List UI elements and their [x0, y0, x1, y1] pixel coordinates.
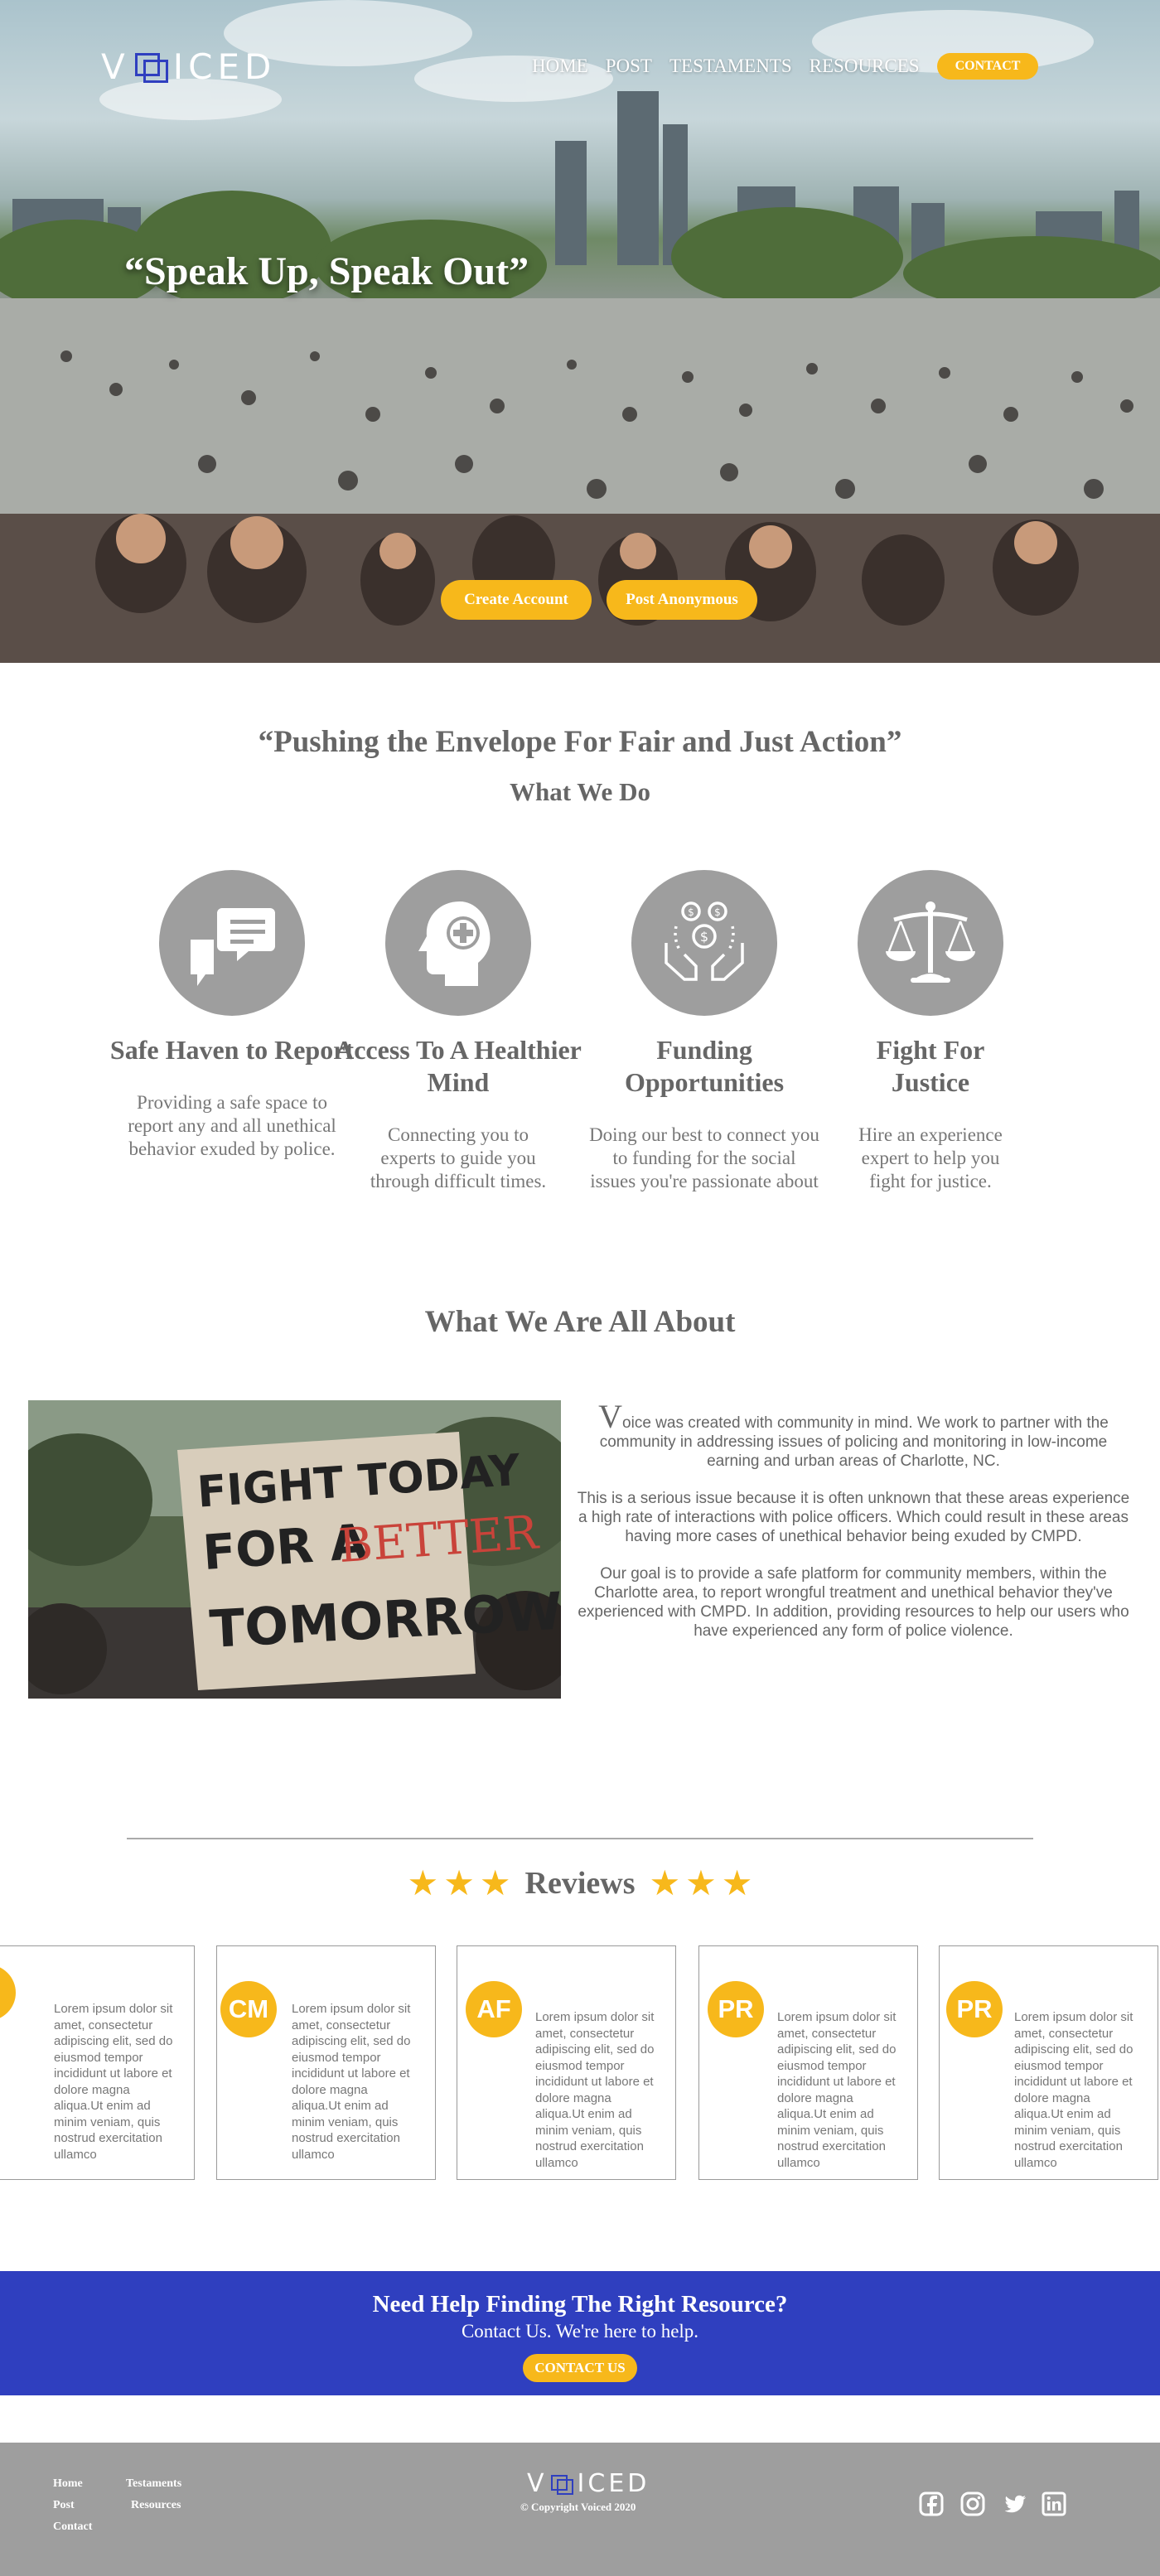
about-heading: What We Are All About	[424, 1305, 736, 1339]
footer-link-resources[interactable]: Resources	[131, 2499, 181, 2512]
footer: Home Testaments Post Resources Contact V…	[0, 2443, 1160, 2576]
avatar: PR	[946, 1981, 1003, 2037]
page: V ICED HOME POST TESTAMENTS RESOURCES CO…	[0, 0, 1160, 2576]
post-anonymous-button[interactable]: Post Anonymous	[607, 580, 757, 620]
feature-desc: Hire an experience expert to help you fi…	[858, 1124, 1003, 1191]
what-we-do-heading: What We Do	[510, 777, 650, 806]
dropcap: V	[598, 1398, 623, 1435]
review-text: Lorem ipsum dolor sit amet, consectetur …	[54, 2002, 173, 2162]
avatar: M	[0, 1965, 16, 2021]
avatar: PR	[708, 1981, 764, 2037]
feature-safe-haven: Safe Haven to Report Providing a safe sp…	[108, 870, 356, 1161]
review-text: Lorem ipsum dolor sit amet, consectetur …	[777, 2010, 897, 2170]
copyright-text: Copyright Voiced 2020	[530, 2501, 636, 2513]
head-plus-icon	[385, 870, 531, 1016]
about-paragraph-3: Our goal is to provide a safe platform f…	[578, 1565, 1129, 1640]
review-card[interactable]: PR Lorem ipsum dolor sit amet, consectet…	[698, 1945, 918, 2180]
footer-link-testaments[interactable]: Testaments	[126, 2477, 181, 2491]
about-paragraph-1: Voice was created with community in mind…	[598, 1398, 1109, 1471]
star-icon: ★	[443, 1863, 475, 1902]
reviews-title: Reviews	[524, 1865, 636, 1901]
copyright: © Copyright Voiced 2020	[520, 2501, 636, 2514]
footer-link-home[interactable]: Home	[53, 2477, 83, 2491]
nav-home[interactable]: HOME	[532, 56, 588, 77]
review-text: Lorem ipsum dolor sit amet, consectetur …	[292, 2002, 411, 2162]
twitter-icon[interactable]	[1001, 2491, 1027, 2517]
hero: V ICED HOME POST TESTAMENTS RESOURCES CO…	[0, 0, 1160, 663]
feature-desc: Connecting you to experts to guide you t…	[370, 1124, 547, 1191]
instagram-icon[interactable]	[959, 2491, 986, 2517]
star-icon: ★	[685, 1863, 717, 1902]
nav-contact-button[interactable]: CONTACT	[936, 53, 1039, 80]
nav-post[interactable]: POST	[606, 56, 652, 77]
linkedin-icon[interactable]	[1041, 2491, 1067, 2517]
feature-justice: Fight For Justice Hire an experience exp…	[806, 870, 1055, 1193]
logo-text-v: V	[101, 46, 130, 87]
hero-title: “Speak Up, Speak Out”	[124, 249, 529, 293]
contact-us-button[interactable]: CONTACT US	[523, 2354, 637, 2382]
logo-text-iced: ICED	[577, 2469, 650, 2498]
logo-text-v: V	[527, 2469, 548, 2498]
logo-text-iced: ICED	[172, 46, 277, 87]
about-paragraph-2: This is a serious issue because it is of…	[577, 1490, 1130, 1545]
feature-desc: Doing our best to connect you to funding…	[589, 1124, 819, 1191]
logo[interactable]: V ICED	[101, 46, 276, 87]
svg-text:$: $	[688, 906, 694, 918]
star-icon: ★	[721, 1863, 753, 1902]
top-nav: V ICED HOME POST TESTAMENTS RESOURCES CO…	[0, 0, 1160, 133]
review-text: Lorem ipsum dolor sit amet, consectetur …	[1014, 2010, 1133, 2170]
create-account-button[interactable]: Create Account	[441, 580, 592, 620]
nav-testaments[interactable]: TESTAMENTS	[669, 56, 792, 77]
review-text: Lorem ipsum dolor sit amet, consectetur …	[535, 2010, 655, 2170]
star-icon: ★	[479, 1863, 511, 1902]
cta-subtitle: Contact Us. We're here to help.	[461, 2321, 699, 2342]
chat-bubbles-icon	[159, 870, 305, 1016]
cta-title: Need Help Finding The Right Resource?	[372, 2291, 788, 2317]
footer-logo[interactable]: V ICED	[527, 2469, 650, 2498]
avatar: CM	[220, 1981, 277, 2037]
svg-text:$: $	[714, 906, 721, 918]
star-icon: ★	[407, 1863, 439, 1902]
feature-desc: Providing a safe space to report any and…	[128, 1092, 336, 1159]
feature-title: Fight For Justice	[876, 1035, 985, 1097]
svg-text:$: $	[700, 929, 708, 945]
feature-title: Access To A Healthier Mind	[335, 1035, 582, 1097]
nav-links: HOME POST TESTAMENTS RESOURCES CONTACT	[532, 53, 1039, 80]
nav-resources[interactable]: RESOURCES	[810, 56, 920, 77]
footer-link-post[interactable]: Post	[53, 2499, 75, 2512]
hands-money-icon: $ $ $	[631, 870, 777, 1016]
review-card[interactable]: PR Lorem ipsum dolor sit amet, consectet…	[939, 1945, 1158, 2180]
tagline: “Pushing the Envelope For Fair and Just …	[258, 725, 902, 759]
feature-healthier-mind: Access To A Healthier Mind Connecting yo…	[334, 870, 582, 1193]
protest-sign-photo: FIGHT TODAY FOR A BETTER TOMORROW	[28, 1400, 561, 1699]
review-card[interactable]: AF Lorem ipsum dolor sit amet, consectet…	[457, 1945, 676, 2180]
logo-mark-icon	[550, 2472, 575, 2496]
section-divider	[127, 1838, 1033, 1839]
about-text: Voice was created with community in mind…	[576, 1398, 1131, 1659]
feature-funding: $ $ $ Funding Opportunities Doing our be…	[580, 870, 829, 1193]
justice-scale-icon	[858, 870, 1003, 1016]
copyright-icon: ©	[520, 2501, 529, 2513]
star-icon: ★	[649, 1863, 681, 1902]
feature-title: Safe Haven to Report	[109, 1035, 355, 1065]
review-card[interactable]: CM Lorem ipsum dolor sit amet, consectet…	[216, 1945, 436, 2180]
facebook-icon[interactable]	[918, 2491, 945, 2517]
review-card[interactable]: M Lorem ipsum dolor sit amet, consectetu…	[0, 1945, 195, 2180]
reviews-heading: ★ ★ ★ Reviews ★ ★ ★	[0, 1863, 1160, 1903]
avatar: AF	[466, 1981, 522, 2037]
feature-title: Funding Opportunities	[624, 1035, 785, 1097]
footer-link-contact[interactable]: Contact	[53, 2520, 92, 2534]
logo-mark-icon	[133, 50, 170, 85]
contact-banner: Need Help Finding The Right Resource? Co…	[0, 2271, 1160, 2395]
